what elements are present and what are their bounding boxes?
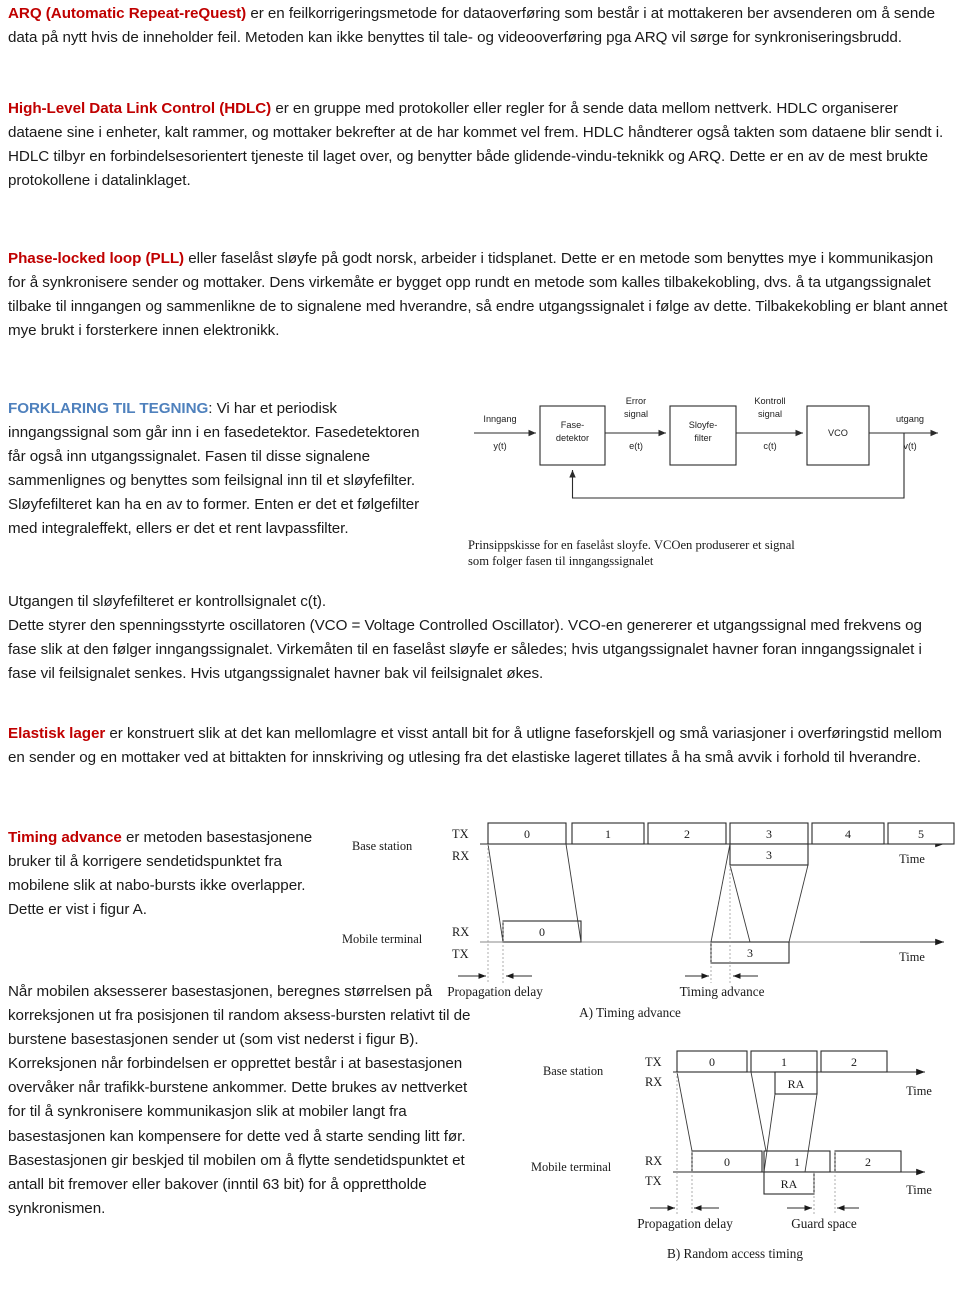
figure-pll-block-diagram: Fase- detektor Sloyfe- filter VCO Inngan…	[452, 386, 952, 582]
block-fase-detektor-line2: detektor	[556, 433, 589, 443]
label-base-rx: RX	[452, 849, 469, 863]
rnd-burst-base-tx-1-label: 1	[781, 1055, 787, 1069]
block-sloyfe-filter-line2: filter	[694, 433, 711, 443]
label-rnd-base-station: Base station	[543, 1064, 603, 1078]
label-base-tx: TX	[452, 827, 469, 841]
label-error-1: Error	[626, 396, 646, 406]
term-hdlc: High-Level Data Link Control (HDLC)	[8, 100, 272, 117]
pll-caption-line1: Prinsippskisse for en faselåst sloyfe. V…	[468, 538, 795, 552]
paragraph-forklaring-body: : Vi har et periodisk inngangssignal som…	[8, 400, 420, 538]
paragraph-timing-advance: Timing advance er metoden basestasjonene…	[8, 826, 338, 922]
burst-base-tx-0-label: 0	[524, 827, 530, 841]
label-kontroll-1: Kontroll	[754, 396, 785, 406]
slant-ta-mid	[729, 864, 751, 943]
burst-base-tx-2-label: 2	[684, 827, 690, 841]
burst-mobile-tx-3-label: 3	[747, 946, 753, 960]
rnd-slant-1	[676, 1071, 693, 1152]
rnd-annotation-propagation-delay: Propagation delay	[637, 1216, 733, 1231]
paragraph-arq-text: ARQ (Automatic Repeat-reQuest) er en fei…	[8, 2, 952, 50]
label-rnd-base-rx: RX	[645, 1075, 662, 1089]
document-page: ARQ (Automatic Repeat-reQuest) er en fei…	[0, 0, 960, 1309]
label-base-station: Base station	[352, 839, 412, 853]
paragraph-pll-text: Phase-locked loop (PLL) eller faselåst s…	[8, 247, 952, 343]
label-inngang: Inngang	[483, 414, 516, 424]
rnd-burst-mobile-rx-1-label: 1	[794, 1155, 800, 1169]
term-arq: ARQ (Automatic Repeat-reQuest)	[8, 5, 247, 22]
burst-mobile-rx-0-label: 0	[539, 925, 545, 939]
term-pll: Phase-locked loop (PLL)	[8, 250, 185, 267]
label-rnd-base-tx: TX	[645, 1055, 662, 1069]
slant-prop-left	[487, 843, 504, 943]
paragraph-elastisk-text: Elastisk lager er konstruert slik at det…	[8, 722, 952, 770]
label-rnd-mobile-rx: RX	[645, 1154, 662, 1168]
paragraph-hdlc: High-Level Data Link Control (HDLC) er e…	[8, 97, 952, 193]
label-output-var: v(t)	[903, 441, 916, 451]
burst-base-rx-3-label: 3	[766, 848, 772, 862]
rnd-burst-base-rx-ra-label: RA	[788, 1077, 805, 1091]
paragraph-naar-mobilen-text: Når mobilen aksesserer basestasjonen, be…	[8, 983, 471, 1217]
rnd-base-time-label: Time	[906, 1084, 932, 1098]
label-rnd-mobile-terminal: Mobile terminal	[531, 1160, 612, 1174]
figure-random-access-timing: Base station TX RX Mobile terminal RX TX…	[487, 1032, 957, 1280]
label-error-var: e(t)	[629, 441, 643, 451]
term-elastisk-lager: Elastisk lager	[8, 725, 106, 742]
burst-base-tx-1-label: 1	[605, 827, 611, 841]
label-rnd-mobile-tx: TX	[645, 1174, 662, 1188]
block-sloyfe-filter-line1: Sloyfe-	[689, 420, 718, 430]
paragraph-vco-line2: Dette styrer den spenningsstyrte oscilla…	[8, 617, 922, 683]
term-timing-advance: Timing advance	[8, 829, 122, 846]
burst-base-tx-3-label: 3	[766, 827, 772, 841]
slant-ta-left	[710, 843, 731, 943]
label-mobile-tx: TX	[452, 947, 469, 961]
paragraph-arq: ARQ (Automatic Repeat-reQuest) er en fei…	[8, 2, 952, 50]
block-vco-label: VCO	[828, 428, 848, 438]
paragraph-naar-mobilen: Når mobilen aksesserer basestasjonen, be…	[8, 980, 488, 1221]
rnd-mobile-time-label: Time	[906, 1183, 932, 1197]
paragraph-timing-text: Timing advance er metoden basestasjonene…	[8, 826, 338, 922]
rnd-annotation-guard-space: Guard space	[791, 1216, 857, 1231]
label-error-2: signal	[624, 409, 648, 419]
paragraph-hdlc-text: High-Level Data Link Control (HDLC) er e…	[8, 97, 952, 193]
rnd-burst-base-tx-0-label: 0	[709, 1055, 715, 1069]
label-utgang: utgang	[896, 414, 924, 424]
paragraph-elastisk-body: er konstruert slik at det kan mellomlagr…	[8, 725, 942, 767]
rnd-burst-mobile-rx-0-label: 0	[724, 1155, 730, 1169]
paragraph-pll: Phase-locked loop (PLL) eller faselåst s…	[8, 247, 952, 343]
block-fase-detektor-line1: Fase-	[561, 420, 585, 430]
annotation-timing-advance: Timing advance	[680, 984, 765, 999]
rnd-burst-base-tx-2-label: 2	[851, 1055, 857, 1069]
paragraph-forklaring-text: FORKLARING TIL TEGNING: Vi har et period…	[8, 397, 433, 542]
base-time-label: Time	[899, 852, 925, 866]
label-control-var: c(t)	[763, 441, 776, 451]
paragraph-vco-line1: Utgangen til sløyfefilteret er kontrolls…	[8, 593, 327, 610]
rnd-burst-mobile-tx-ra-label: RA	[781, 1177, 798, 1191]
label-kontroll-2: signal	[758, 409, 782, 419]
mobile-time-label: Time	[899, 950, 925, 964]
rnd-burst-mobile-rx-2-label: 2	[865, 1155, 871, 1169]
pll-caption-line2: som folger fasen til inngangssignalet	[468, 554, 654, 568]
paragraph-vco: Utgangen til sløyfefilteret er kontrolls…	[8, 590, 952, 686]
figure-b-caption: B) Random access timing	[667, 1246, 803, 1261]
rnd-slant-2	[750, 1071, 767, 1152]
label-input-var: y(t)	[493, 441, 506, 451]
label-mobile-terminal: Mobile terminal	[342, 932, 423, 946]
burst-base-tx-5-label: 5	[918, 827, 924, 841]
paragraph-forklaring: FORKLARING TIL TEGNING: Vi har et period…	[8, 397, 433, 542]
label-mobile-rx: RX	[452, 925, 469, 939]
paragraph-elastisk-lager: Elastisk lager er konstruert slik at det…	[8, 722, 952, 770]
slant-ta-right	[788, 864, 809, 943]
term-forklaring: FORKLARING TIL TEGNING	[8, 400, 209, 417]
figure-a-caption: A) Timing advance	[579, 1005, 681, 1020]
burst-base-tx-4-label: 4	[845, 827, 851, 841]
